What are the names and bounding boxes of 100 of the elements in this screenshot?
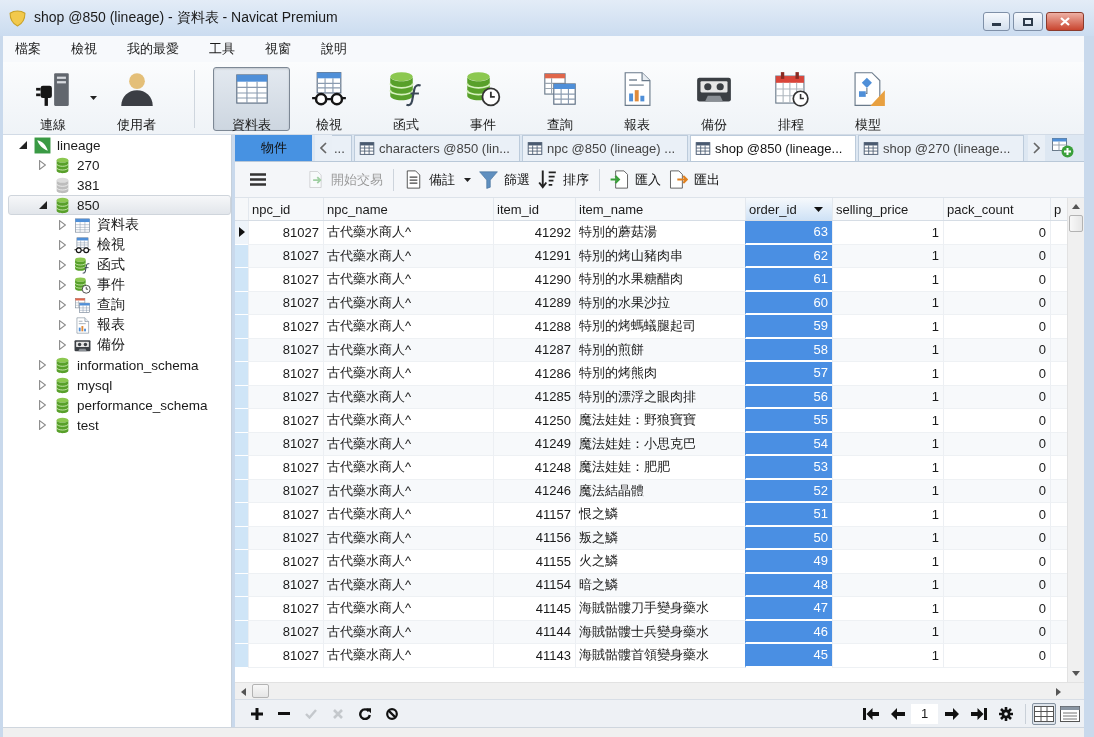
tree-item[interactable]: 事件: [8, 275, 231, 295]
tree-item[interactable]: test: [8, 415, 231, 435]
menu-button[interactable]: [250, 173, 266, 186]
tree-item[interactable]: 381: [8, 175, 231, 195]
table-cell: 61: [745, 268, 832, 292]
table-cell: 1: [832, 362, 943, 386]
table-cell: 41156: [493, 526, 575, 550]
tree-item[interactable]: performance_schema: [8, 395, 231, 415]
scrollbar-thumb[interactable]: [1069, 215, 1083, 232]
scroll-up-arrow-icon[interactable]: [1072, 204, 1080, 209]
tree-item[interactable]: 報表: [8, 315, 231, 335]
table-cell: 81027: [248, 244, 323, 268]
expand-arrow-icon[interactable]: [59, 260, 66, 270]
tree-item[interactable]: 備份: [8, 335, 231, 355]
expand-arrow-icon[interactable]: [39, 400, 46, 410]
tree-item[interactable]: 函式: [8, 255, 231, 275]
menu-item[interactable]: 工具: [194, 40, 250, 58]
toolbar-button[interactable]: 連線: [14, 67, 98, 131]
scroll-right-arrow-icon[interactable]: [1056, 687, 1061, 696]
no-entry-icon[interactable]: [385, 707, 398, 720]
column-header[interactable]: pack_count: [943, 198, 1050, 220]
toolbar-button[interactable]: 檢視: [290, 67, 367, 131]
tree-item[interactable]: information_schema: [8, 355, 231, 375]
plus-icon[interactable]: [250, 707, 263, 720]
toolbar-button[interactable]: 函式: [367, 67, 444, 131]
toolbar-button[interactable]: 使用者: [98, 67, 175, 131]
expand-arrow-icon[interactable]: [59, 320, 66, 330]
tab[interactable]: characters @850 (lin...: [354, 135, 520, 161]
toolbar-button[interactable]: 資料表: [213, 67, 290, 131]
table-cell: 81027: [248, 315, 323, 339]
maximize-button[interactable]: [1013, 12, 1043, 31]
toolbar-button[interactable]: 篩選: [476, 167, 533, 192]
table-cell: 81027: [248, 338, 323, 362]
toolbar-button[interactable]: 匯入: [607, 167, 664, 192]
menu-item[interactable]: 檢視: [56, 40, 112, 58]
scroll-tabs-left-button[interactable]: [315, 135, 332, 161]
table-cell: 57: [745, 362, 832, 386]
tab[interactable]: ...: [332, 135, 352, 161]
collapse-arrow-icon[interactable]: [19, 141, 27, 149]
menu-item[interactable]: 說明: [306, 40, 362, 58]
column-header[interactable]: order_id: [745, 198, 832, 220]
tree-item[interactable]: 850: [8, 195, 231, 215]
refresh-icon[interactable]: [358, 707, 371, 720]
table-cell: 81027: [248, 526, 323, 550]
expand-arrow-icon[interactable]: [59, 280, 66, 290]
tree-item[interactable]: mysql: [8, 375, 231, 395]
page-field[interactable]: 1: [911, 703, 938, 724]
caret-icon[interactable]: [814, 206, 823, 212]
export-icon: [669, 170, 688, 189]
expand-arrow-icon[interactable]: [59, 240, 66, 250]
row-header[interactable]: [235, 221, 248, 245]
close-button[interactable]: [1046, 12, 1084, 31]
last-page-icon[interactable]: [970, 707, 987, 720]
scroll-tabs-right-button[interactable]: [1028, 135, 1045, 161]
scroll-left-arrow-icon[interactable]: [241, 687, 246, 696]
column-header[interactable]: item_id: [493, 198, 575, 220]
tab[interactable]: shop @270 (lineage...: [858, 135, 1024, 161]
column-header[interactable]: npc_id: [248, 198, 323, 220]
menu-item[interactable]: 我的最愛: [112, 40, 194, 58]
menu-item[interactable]: 檔案: [3, 40, 56, 58]
toolbar-button[interactable]: 排程: [752, 67, 829, 131]
toolbar-button[interactable]: 事件: [444, 67, 521, 131]
toolbar-button[interactable]: 備份: [675, 67, 752, 131]
expand-arrow-icon[interactable]: [59, 300, 66, 310]
collapse-arrow-icon[interactable]: [39, 201, 47, 209]
expand-arrow-icon[interactable]: [39, 160, 46, 170]
first-page-icon[interactable]: [862, 707, 879, 720]
objects-tab[interactable]: 物件: [235, 135, 312, 161]
next-page-icon[interactable]: [944, 707, 959, 720]
table-cell: 0: [943, 221, 1050, 245]
tree-item[interactable]: 檢視: [8, 235, 231, 255]
toolbar-button[interactable]: 備註: [401, 167, 474, 192]
column-header[interactable]: npc_name: [323, 198, 493, 220]
toolbar-button[interactable]: 模型: [829, 67, 906, 131]
grid-view-button[interactable]: [1032, 702, 1056, 725]
tree-item[interactable]: 資料表: [8, 215, 231, 235]
menu-item[interactable]: 視窗: [250, 40, 306, 58]
expand-arrow-icon[interactable]: [39, 380, 46, 390]
tree-item[interactable]: 查詢: [8, 295, 231, 315]
column-header[interactable]: selling_price: [832, 198, 943, 220]
toolbar-button[interactable]: 報表: [598, 67, 675, 131]
toolbar-button[interactable]: 排序: [535, 167, 592, 192]
expand-arrow-icon[interactable]: [59, 220, 66, 230]
expand-arrow-icon[interactable]: [39, 360, 46, 370]
previous-page-icon[interactable]: [890, 707, 905, 720]
scroll-down-arrow-icon[interactable]: [1072, 671, 1080, 676]
expand-arrow-icon[interactable]: [59, 340, 66, 350]
scrollbar-thumb[interactable]: [252, 684, 269, 698]
toolbar-button[interactable]: 查詢: [521, 67, 598, 131]
table-cell: 0: [943, 385, 1050, 409]
tree-item[interactable]: lineage: [8, 135, 231, 155]
minus-icon[interactable]: [277, 712, 290, 715]
settings-icon[interactable]: [998, 706, 1013, 721]
tree-item[interactable]: 270: [8, 155, 231, 175]
new-tab-icon[interactable]: [1052, 138, 1074, 158]
tab[interactable]: shop @850 (lineage...: [690, 135, 856, 161]
expand-arrow-icon[interactable]: [39, 420, 46, 430]
minimize-button[interactable]: [983, 12, 1010, 31]
tab[interactable]: npc @850 (lineage) ...: [522, 135, 688, 161]
toolbar-button[interactable]: 匯出: [666, 167, 723, 192]
